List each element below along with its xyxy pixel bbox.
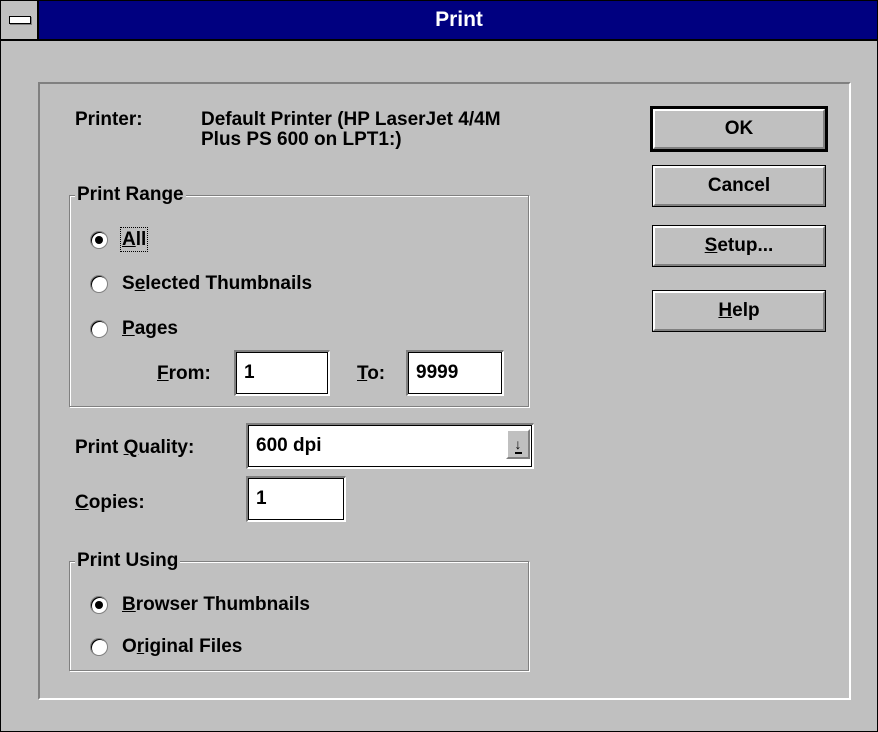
copies-label: Copies: bbox=[75, 492, 145, 513]
to-label: To: bbox=[357, 363, 386, 384]
system-menu-icon bbox=[9, 16, 31, 24]
print-quality-select[interactable]: 600 dpi bbox=[246, 423, 534, 469]
print-quality-dropdown-button[interactable]: ↓ bbox=[506, 429, 530, 459]
radio-selected-thumbnails[interactable] bbox=[90, 275, 108, 293]
radio-original-files[interactable] bbox=[90, 638, 108, 656]
chevron-down-icon: ↓ bbox=[514, 436, 522, 454]
radio-pages[interactable] bbox=[90, 320, 108, 338]
help-button[interactable]: Help bbox=[652, 290, 826, 332]
cancel-button[interactable]: Cancel bbox=[652, 165, 826, 207]
print-quality-label: Print Quality: bbox=[75, 437, 195, 458]
print-dialog: Print Printer: Default Printer (HP Laser… bbox=[0, 0, 878, 732]
radio-all-label[interactable]: All bbox=[119, 227, 149, 252]
radio-browser-thumbnails[interactable] bbox=[90, 596, 108, 614]
radio-browser-thumbnails-label[interactable]: Browser Thumbnails bbox=[122, 594, 310, 616]
printer-label: Printer: bbox=[75, 109, 143, 130]
printer-name-line1: Default Printer (HP LaserJet 4/4M bbox=[201, 109, 501, 130]
title-bar: Print bbox=[1, 1, 877, 41]
setup-button[interactable]: Setup... bbox=[652, 225, 826, 267]
from-label: From: bbox=[157, 363, 211, 384]
printer-name-line2: Plus PS 600 on LPT1:) bbox=[201, 129, 402, 150]
print-range-title: Print Range bbox=[75, 184, 186, 206]
copies-input[interactable]: 1 bbox=[246, 476, 346, 522]
from-page-input[interactable]: 1 bbox=[234, 350, 330, 396]
print-using-title: Print Using bbox=[75, 550, 181, 572]
radio-pages-label[interactable]: Pages bbox=[122, 318, 178, 340]
radio-selected-thumbnails-label[interactable]: Selected Thumbnails bbox=[122, 273, 312, 295]
system-menu-button[interactable] bbox=[1, 1, 39, 39]
ok-button[interactable]: OK bbox=[650, 106, 828, 152]
to-page-input[interactable]: 9999 bbox=[406, 350, 504, 396]
radio-original-files-label[interactable]: Original Files bbox=[122, 636, 242, 658]
radio-all[interactable] bbox=[90, 231, 108, 249]
window-title: Print bbox=[435, 8, 483, 31]
